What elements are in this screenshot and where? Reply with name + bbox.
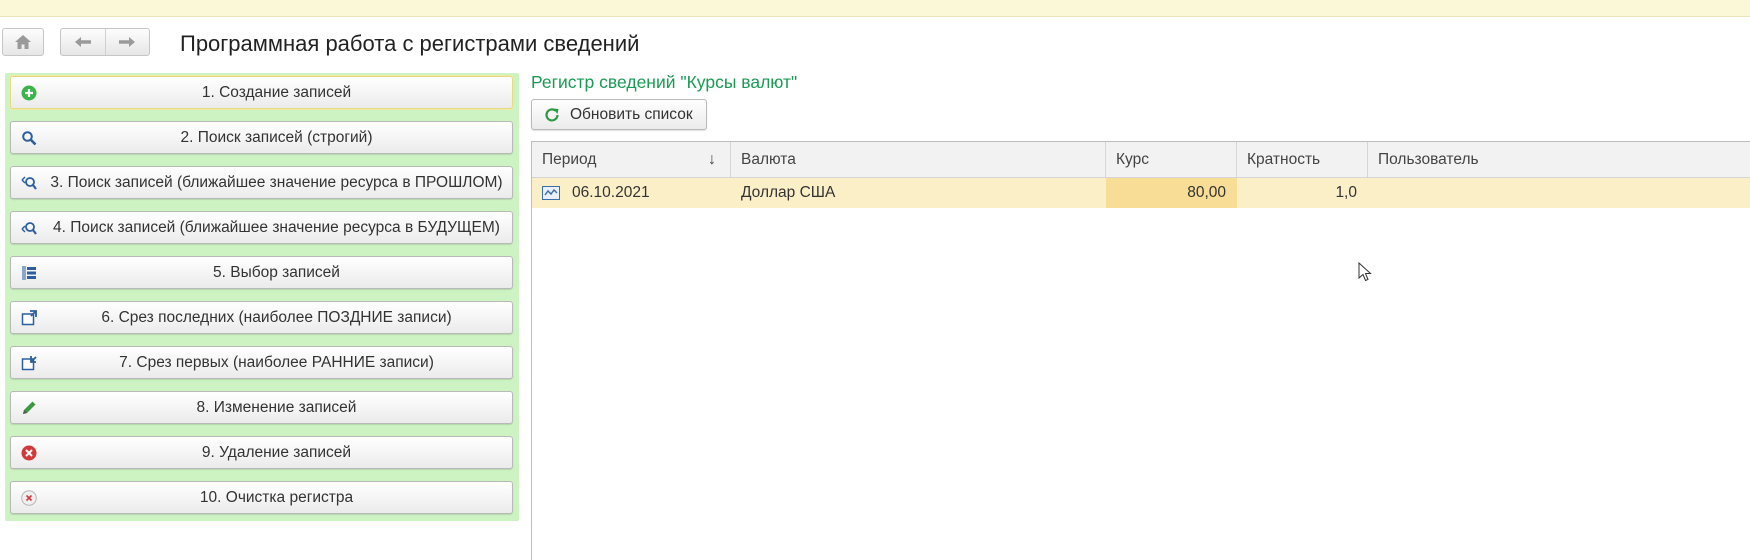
column-header-user[interactable]: Пользователь xyxy=(1368,142,1750,177)
search-past-button[interactable]: 3. Поиск записей (ближайшее значение рес… xyxy=(10,166,513,199)
search-future-button[interactable]: 4. Поиск записей (ближайшее значение рес… xyxy=(10,211,513,244)
cell-rate: 80,00 xyxy=(1106,178,1237,208)
delete-red-icon xyxy=(21,445,37,461)
back-forward-group xyxy=(60,28,150,56)
command-label: 2. Поиск записей (строгий) xyxy=(180,128,373,146)
clear-icon xyxy=(21,490,37,506)
table-header: Период ↓ Валюта Курс Кратность Пользоват… xyxy=(532,142,1750,178)
slice-first-button[interactable]: 7. Срез первых (наиболее РАННИЕ записи) xyxy=(10,346,513,379)
mouse-cursor-icon xyxy=(1358,262,1372,282)
forward-button[interactable] xyxy=(104,29,150,55)
command-label: 6. Срез последних (наиболее ПОЗДНИЕ запи… xyxy=(101,308,452,326)
command-label: 4. Поиск записей (ближайшее значение рес… xyxy=(53,218,500,236)
column-header-multiplicity[interactable]: Кратность xyxy=(1237,142,1368,177)
table-row[interactable]: 06.10.2021 Доллар США 80,00 1,0 xyxy=(532,178,1750,208)
page-title: Программная работа с регистрами сведений xyxy=(180,31,640,56)
refresh-list-button[interactable]: Обновить список xyxy=(531,99,707,130)
select-records-button[interactable]: 5. Выбор записей xyxy=(10,256,513,289)
edit-records-button[interactable]: 8. Изменение записей xyxy=(10,391,513,424)
period-value: 06.10.2021 xyxy=(572,184,650,201)
cell-currency: Доллар США xyxy=(741,184,836,201)
sort-descending-icon: ↓ xyxy=(708,151,716,168)
column-header-label: Курс xyxy=(1116,151,1149,168)
column-header-rate[interactable]: Курс xyxy=(1106,142,1237,177)
slice-first-icon xyxy=(21,356,37,371)
register-title: Регистр сведений "Курсы валют" xyxy=(531,72,798,92)
command-label: 1. Создание записей xyxy=(201,83,352,101)
column-header-label: Период xyxy=(542,151,597,168)
command-label: 8. Изменение записей xyxy=(196,398,357,416)
column-header-period[interactable]: Период ↓ xyxy=(532,142,731,177)
command-label: 10. Очистка регистра xyxy=(199,488,354,506)
column-header-label: Валюта xyxy=(741,151,796,168)
home-button[interactable] xyxy=(2,28,44,56)
delete-records-button[interactable]: 9. Удаление записей xyxy=(10,436,513,469)
cell-period: 06.10.2021 xyxy=(532,178,731,208)
back-button[interactable] xyxy=(61,29,105,55)
refresh-label: Обновить список xyxy=(570,105,693,123)
register-table[interactable]: Период ↓ Валюта Курс Кратность Пользоват… xyxy=(531,141,1750,560)
cell-multiplicity: 1,0 xyxy=(1335,184,1357,201)
refresh-icon xyxy=(545,107,559,121)
arrow-left-icon xyxy=(74,37,91,47)
command-label: 5. Выбор записей xyxy=(213,263,340,281)
command-label: 9. Удаление записей xyxy=(201,443,352,461)
list-select-icon xyxy=(22,266,36,280)
search-icon xyxy=(22,131,37,146)
command-label: 3. Поиск записей (ближайшее значение рес… xyxy=(50,173,503,191)
slice-last-button[interactable]: 6. Срез последних (наиболее ПОЗДНИЕ запи… xyxy=(10,301,513,334)
column-header-label: Пользователь xyxy=(1378,151,1479,168)
column-header-currency[interactable]: Валюта xyxy=(731,142,1106,177)
search-back-icon xyxy=(21,176,37,190)
cell-user xyxy=(1368,178,1750,208)
commands-panel: 1. Создание записей 2. Поиск записей (ст… xyxy=(5,73,519,521)
command-label: 7. Срез первых (наиболее РАННИЕ записи) xyxy=(119,353,434,371)
record-icon xyxy=(542,186,560,200)
create-records-button[interactable]: 1. Создание записей xyxy=(10,76,513,109)
arrow-right-icon xyxy=(119,37,136,47)
plus-circle-icon xyxy=(21,85,37,101)
pencil-icon xyxy=(23,401,36,414)
home-icon xyxy=(15,35,31,49)
top-notification-strip xyxy=(0,0,1750,17)
search-strict-button[interactable]: 2. Поиск записей (строгий) xyxy=(10,121,513,154)
search-forward-icon xyxy=(21,222,37,235)
column-header-label: Кратность xyxy=(1247,151,1321,168)
slice-last-icon xyxy=(21,310,37,326)
clear-register-button[interactable]: 10. Очистка регистра xyxy=(10,481,513,514)
